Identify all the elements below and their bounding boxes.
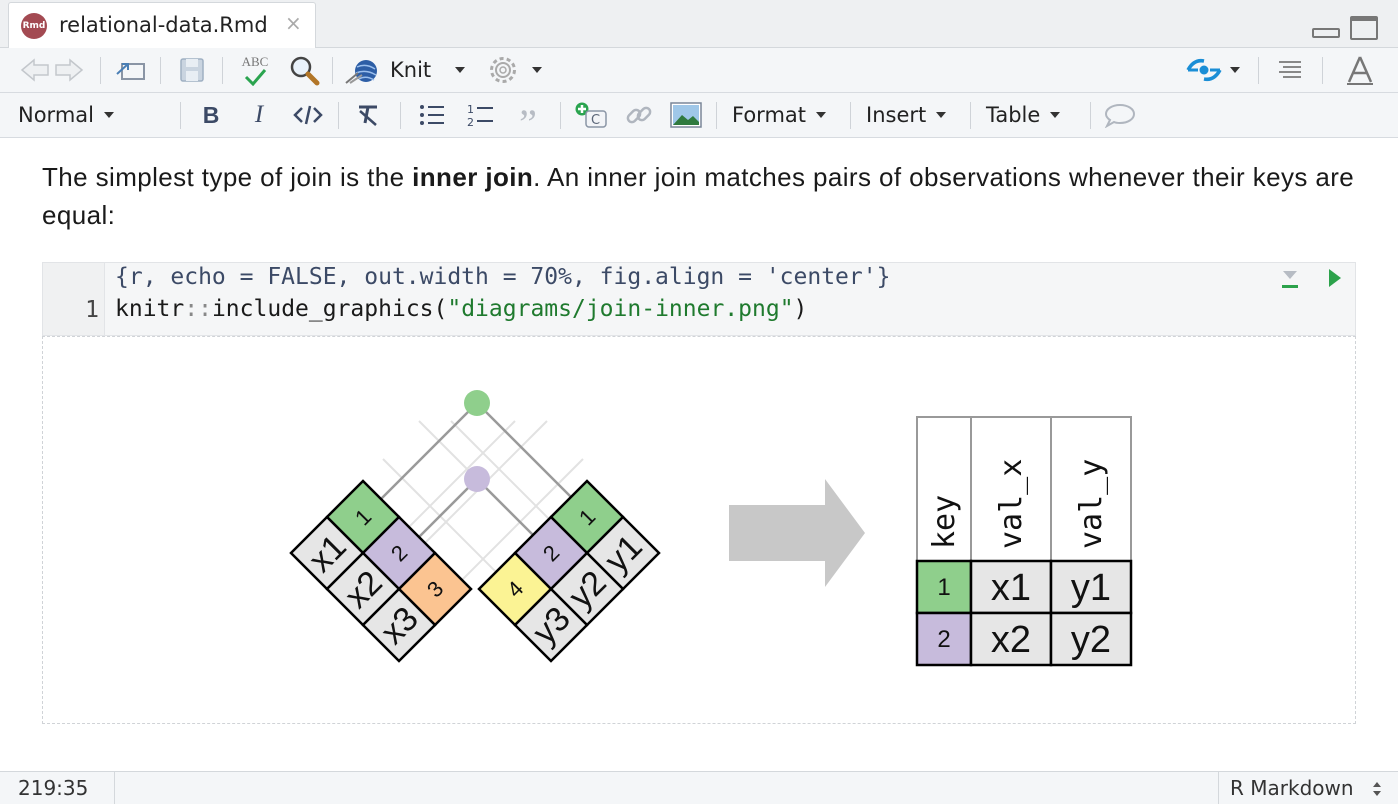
insert-menu-label: Insert bbox=[866, 103, 927, 127]
result-value-y1: y1 bbox=[1071, 567, 1111, 609]
editor-content[interactable]: The simplest type of join is the inner j… bbox=[0, 138, 1398, 771]
format-caret-icon bbox=[816, 112, 827, 118]
code-chunk[interactable]: 1 {r, echo = FALSE, out.width = 70%, fig… bbox=[42, 262, 1356, 336]
italic-button[interactable]: I bbox=[242, 93, 276, 137]
link-icon bbox=[626, 106, 652, 124]
format-menu-label: Format bbox=[732, 103, 807, 127]
match-line bbox=[476, 478, 540, 542]
chunk-header[interactable]: {r, echo = FALSE, out.width = 70%, fig.a… bbox=[115, 264, 890, 290]
blockquote-button[interactable]: ” bbox=[510, 93, 546, 146]
status-bar: 219:35 R Markdown bbox=[0, 771, 1398, 804]
insert-menu[interactable]: Insert bbox=[866, 93, 956, 137]
knit-button[interactable]: Knit bbox=[344, 48, 474, 92]
visual-mode-icon[interactable] bbox=[1340, 48, 1380, 92]
maximize-pane-icon[interactable] bbox=[1350, 16, 1378, 40]
body-paragraph: The simplest type of join is the inner j… bbox=[42, 162, 1355, 230]
table-menu[interactable]: Table bbox=[986, 93, 1076, 137]
line-number: 1 bbox=[85, 297, 99, 323]
comment-icon bbox=[1104, 103, 1136, 128]
result-value-2: 2 bbox=[937, 626, 950, 653]
run-chunk-icon[interactable] bbox=[1329, 269, 1341, 287]
settings-menu[interactable] bbox=[488, 48, 548, 92]
blockquote-icon: ” bbox=[519, 101, 537, 146]
italic-icon: I bbox=[254, 101, 264, 128]
insert-link-button[interactable] bbox=[620, 93, 658, 137]
paragraph-style-caret-icon bbox=[103, 112, 114, 118]
cursor-position[interactable]: 219:35 bbox=[18, 776, 88, 800]
knit-caret-icon bbox=[455, 67, 466, 73]
publish-icon bbox=[1186, 58, 1222, 82]
insert-chunk-button[interactable]: C bbox=[572, 93, 610, 137]
run-chunks-above-icon[interactable] bbox=[1281, 269, 1299, 291]
comment-button[interactable] bbox=[1102, 93, 1138, 137]
numbered-list-icon: 12 bbox=[467, 103, 493, 128]
clear-formatting-icon bbox=[359, 105, 377, 126]
tab-title: relational-data.Rmd bbox=[59, 13, 268, 37]
outline-icon[interactable] bbox=[1272, 48, 1308, 92]
result-arrow-icon bbox=[729, 479, 865, 587]
visual-editor-menu[interactable] bbox=[1186, 48, 1246, 92]
knit-yarn-icon bbox=[345, 60, 377, 84]
bold-icon: B bbox=[202, 101, 220, 128]
result-header-val_x: val_x bbox=[994, 459, 1029, 549]
svg-text:1: 1 bbox=[467, 103, 474, 116]
result-value-1: 1 bbox=[937, 574, 950, 601]
tab-bar: Rmd relational-data.Rmd × bbox=[0, 0, 1398, 48]
save-icon[interactable] bbox=[174, 48, 210, 92]
settings-caret-icon bbox=[532, 67, 542, 73]
document-type-select[interactable]: R Markdown bbox=[1230, 776, 1354, 800]
format-menu[interactable]: Format bbox=[732, 93, 836, 137]
gear-icon bbox=[490, 57, 516, 83]
image-icon bbox=[670, 102, 702, 128]
bold-button[interactable]: B bbox=[194, 93, 228, 137]
knit-label: Knit bbox=[390, 58, 432, 82]
insert-caret-icon bbox=[936, 112, 947, 118]
chunk-output: 1 2 3 x1 x2 x3 1 2 4 y1 y2 y3 key val_x val_y 1 x1 y1 2 x2 y… bbox=[42, 336, 1356, 724]
clear-formatting-button[interactable] bbox=[350, 93, 386, 137]
svg-text:C: C bbox=[591, 113, 600, 128]
bullet-list-icon bbox=[420, 105, 444, 125]
show-in-window-icon[interactable] bbox=[112, 48, 148, 92]
paragraph-style-label: Normal bbox=[18, 103, 94, 127]
result-value-y2: y2 bbox=[1071, 619, 1111, 661]
match-line bbox=[378, 402, 478, 502]
back-arrow-icon[interactable] bbox=[18, 48, 52, 92]
rmd-file-icon: Rmd bbox=[21, 13, 47, 39]
match-dot-key1 bbox=[464, 390, 490, 416]
insert-chunk-icon: C bbox=[575, 102, 607, 128]
match-line bbox=[414, 478, 478, 542]
insert-image-button[interactable] bbox=[668, 93, 704, 137]
match-dot-key2 bbox=[464, 466, 490, 492]
format-toolbar: Normal B I 12 ” C Format Insert Table bbox=[0, 93, 1398, 146]
spellcheck-icon[interactable]: ABC bbox=[234, 48, 276, 92]
editor-tab[interactable]: Rmd relational-data.Rmd × bbox=[8, 2, 316, 48]
code-button[interactable] bbox=[288, 93, 328, 137]
result-header-val_y: val_y bbox=[1074, 459, 1109, 549]
code-icon bbox=[293, 105, 323, 125]
svg-text:2: 2 bbox=[467, 116, 474, 128]
result-value-x2: x2 bbox=[991, 619, 1031, 661]
visual-editor-caret-icon bbox=[1230, 67, 1240, 73]
editor-toolbar: ABC Knit bbox=[0, 48, 1398, 93]
bullet-list-button[interactable] bbox=[414, 93, 450, 137]
find-replace-icon[interactable] bbox=[286, 48, 322, 92]
paragraph-style-select[interactable]: Normal bbox=[18, 93, 168, 137]
join-inner-diagram: 123x1x2x3124y1y2y3key val_x val_y1 x1 y12 x2 y… bbox=[289, 390, 1133, 667]
chunk-code-line[interactable]: knitr::include_graphics("diagrams/join-i… bbox=[115, 296, 807, 322]
table-menu-label: Table bbox=[986, 103, 1041, 127]
forward-arrow-icon[interactable] bbox=[52, 48, 86, 92]
bold-term: inner join bbox=[412, 162, 534, 192]
tab-close-icon[interactable]: × bbox=[285, 11, 302, 35]
match-line bbox=[476, 402, 576, 502]
result-value-x1: x1 bbox=[991, 567, 1031, 609]
result-header-key: key bbox=[927, 495, 962, 549]
minimize-pane-icon[interactable] bbox=[1312, 28, 1340, 38]
numbered-list-button[interactable]: 12 bbox=[462, 93, 498, 137]
updown-arrow-icon bbox=[1373, 782, 1381, 796]
table-caret-icon bbox=[1050, 112, 1061, 118]
line-gutter: 1 bbox=[43, 263, 105, 335]
